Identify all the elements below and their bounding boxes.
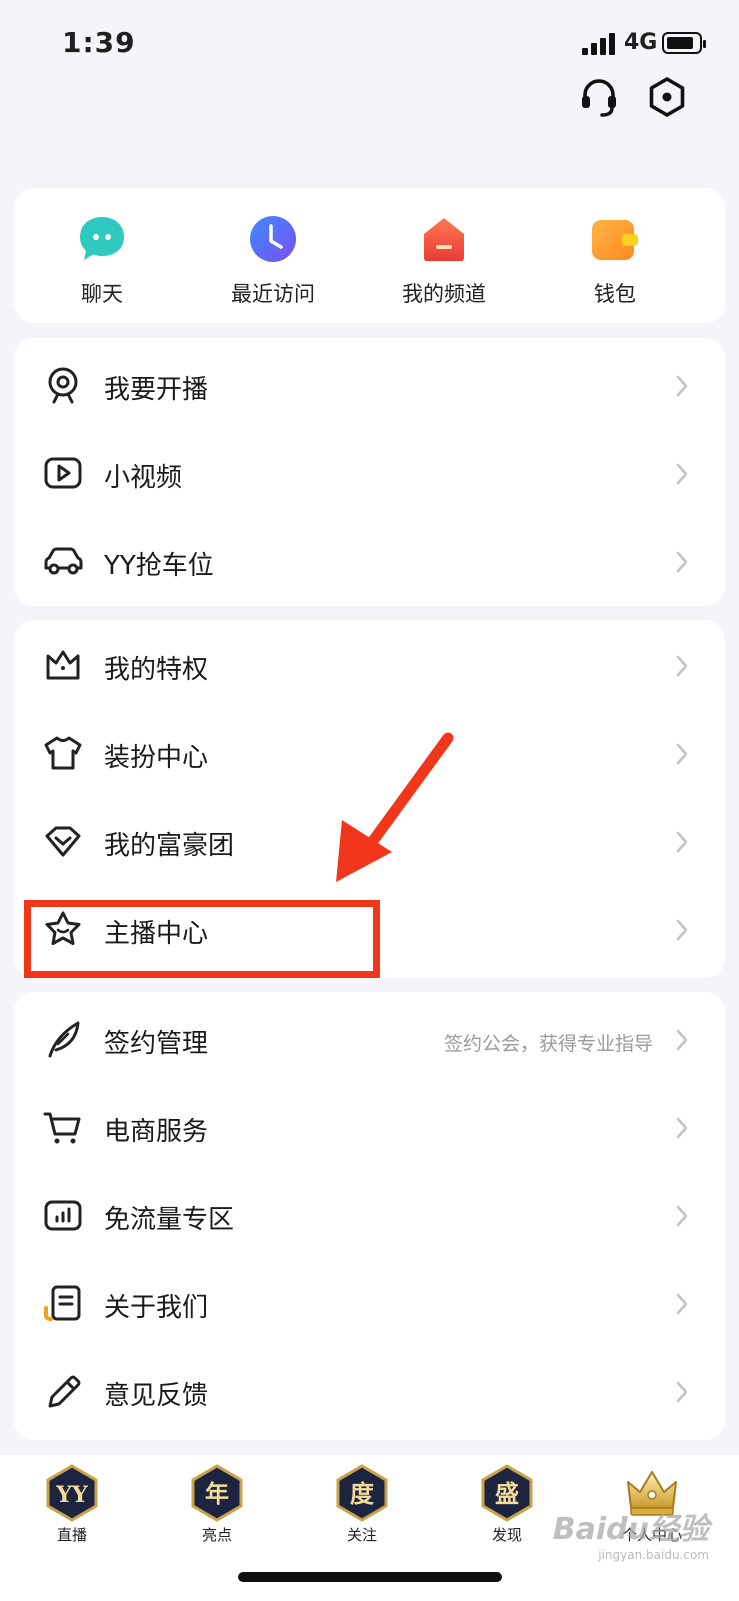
tab-discover[interactable]: 盛 发现 [447, 1464, 567, 1545]
watermark-brand: Baidu经验 [552, 1512, 709, 1547]
quick-label: 聊天 [81, 282, 123, 306]
shirt-icon [42, 732, 84, 774]
pencil-icon [42, 1370, 84, 1412]
menu-label: 免流量专区 [104, 1205, 235, 1235]
chevron-right-icon [675, 1380, 689, 1404]
document-icon [42, 1282, 84, 1324]
svg-text:年: 年 [205, 1480, 229, 1508]
menu-label: 我的特权 [104, 655, 209, 685]
watermark: Baidu经验 jingyan.baidu.com [553, 1504, 709, 1562]
chevron-right-icon [675, 550, 689, 574]
svg-text:YY: YY [55, 1482, 88, 1508]
tab-live-icon: YY [46, 1464, 98, 1522]
clock-icon [250, 216, 296, 262]
menu-label: 关于我们 [104, 1293, 209, 1323]
tab-highlights-icon: 年 [191, 1464, 243, 1522]
quick-label: 我的频道 [402, 282, 486, 306]
chevron-right-icon [675, 918, 689, 942]
chevron-right-icon [675, 1204, 689, 1228]
menu-item-go-live[interactable]: 我要开播 [14, 342, 725, 430]
wallet-icon [592, 220, 638, 260]
chevron-right-icon [675, 374, 689, 398]
menu-item-contract[interactable]: 签约管理 签约公会，获得专业指导 [14, 996, 725, 1084]
settings-icon[interactable] [644, 74, 690, 120]
svg-text:盛: 盛 [495, 1480, 519, 1508]
crown-icon [42, 644, 84, 686]
menu-label: 签约管理 [104, 1029, 209, 1059]
tab-follow-icon: 度 [336, 1464, 388, 1522]
menu-item-parking[interactable]: YY抢车位 [14, 518, 725, 606]
menu-section-1: 我要开播 小视频 YY抢车位 [14, 338, 725, 606]
tab-highlights[interactable]: 年 亮点 [157, 1464, 277, 1545]
menu-label: YY抢车位 [104, 551, 214, 581]
tab-follow[interactable]: 度 关注 [302, 1464, 422, 1545]
cart-icon [42, 1106, 84, 1148]
quick-recent[interactable]: 最近访问 [198, 212, 348, 308]
menu-item-rich-group[interactable]: 我的富豪团 [14, 798, 725, 886]
tab-label: 关注 [346, 1526, 377, 1544]
tab-label: 亮点 [201, 1526, 232, 1544]
quick-chat[interactable]: 聊天 [27, 212, 177, 308]
menu-item-dressup[interactable]: 装扮中心 [14, 710, 725, 798]
menu-section-2: 我的特权 装扮中心 我的富豪团 主播中心 [14, 620, 725, 978]
tab-live[interactable]: YY 直播 [12, 1464, 132, 1545]
menu-item-about[interactable]: 关于我们 [14, 1260, 725, 1348]
quick-wallet[interactable]: 钱包 [540, 212, 690, 308]
chevron-right-icon [675, 1116, 689, 1140]
chevron-right-icon [675, 1028, 689, 1052]
status-bar: 1:39 4G [0, 0, 739, 90]
svg-text:度: 度 [350, 1480, 375, 1508]
tab-label: 直播 [56, 1526, 87, 1544]
tab-discover-icon: 盛 [481, 1464, 533, 1522]
channel-icon [424, 218, 464, 261]
menu-item-privileges[interactable]: 我的特权 [14, 622, 725, 710]
network-type: 4G [624, 30, 658, 55]
watermark-url: jingyan.baidu.com [598, 1548, 709, 1562]
menu-item-short-video[interactable]: 小视频 [14, 430, 725, 518]
menu-label: 主播中心 [104, 919, 209, 949]
diamond-icon [42, 820, 84, 862]
chevron-right-icon [675, 654, 689, 678]
menu-section-3: 签约管理 签约公会，获得专业指导 电商服务 免流量专区 关于我们 意见反馈 [14, 992, 725, 1440]
webcam-icon [42, 364, 84, 406]
quick-label: 钱包 [594, 282, 636, 306]
menu-item-anchor-center[interactable]: 主播中心 [14, 886, 725, 974]
menu-label: 电商服务 [104, 1117, 209, 1147]
quick-label: 最近访问 [231, 282, 315, 306]
menu-label: 我的富豪团 [104, 831, 235, 861]
menu-label: 小视频 [104, 463, 183, 493]
data-chart-icon [42, 1194, 84, 1236]
menu-item-ecommerce[interactable]: 电商服务 [14, 1084, 725, 1172]
star-icon [42, 908, 84, 950]
chevron-right-icon [675, 830, 689, 854]
chevron-right-icon [675, 462, 689, 486]
signal-icon [582, 33, 615, 55]
tab-label: 发现 [491, 1526, 522, 1544]
car-icon [42, 540, 84, 582]
chat-icon [80, 217, 124, 260]
menu-label: 我要开播 [104, 375, 209, 405]
menu-item-free-data[interactable]: 免流量专区 [14, 1172, 725, 1260]
chevron-right-icon [675, 742, 689, 766]
battery-icon [662, 32, 706, 54]
home-indicator [238, 1572, 502, 1582]
headset-icon[interactable] [576, 74, 622, 120]
menu-label: 意见反馈 [104, 1381, 209, 1411]
chevron-right-icon [675, 1292, 689, 1316]
menu-label: 装扮中心 [104, 743, 209, 773]
status-time: 1:39 [62, 26, 136, 59]
feather-icon [42, 1018, 84, 1060]
video-play-icon [42, 452, 84, 494]
menu-subtitle: 签约公会，获得专业指导 [443, 1033, 653, 1055]
quick-channel[interactable]: 我的频道 [369, 212, 519, 308]
menu-item-feedback[interactable]: 意见反馈 [14, 1348, 725, 1436]
quick-actions-card: 聊天 最近访问 我的频道 钱包 [14, 188, 725, 323]
